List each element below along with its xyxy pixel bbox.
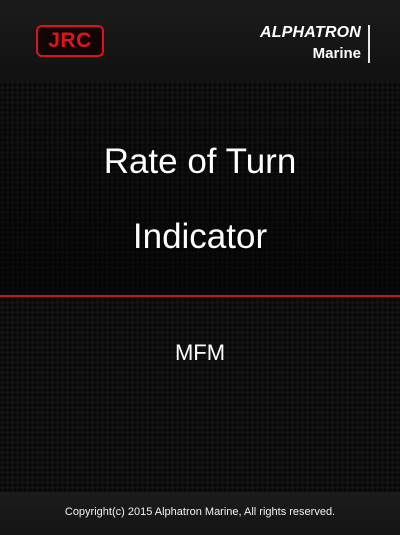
alphatron-logo-text: ALPHATRON (259, 24, 361, 41)
copyright-text: Copyright(c) 2015 Alphatron Marine, All … (64, 506, 336, 518)
model-label: MFM (174, 340, 226, 365)
footer-bar: Copyright(c) 2015 Alphatron Marine, All … (0, 492, 400, 535)
app-title-line-2: Indicator (132, 217, 268, 256)
jrc-logo: JRC (36, 25, 104, 57)
splash-screen: JRC ALPHATRON Marine Rate of Turn Indica… (0, 0, 400, 535)
logo-divider-bar (368, 25, 370, 63)
app-title-line-1: Rate of Turn (103, 142, 297, 181)
red-divider-line (0, 295, 400, 297)
marine-logo-text: Marine (312, 45, 361, 62)
alphatron-marine-logo: ALPHATRON Marine (250, 24, 370, 68)
header-bar: JRC ALPHATRON Marine (0, 0, 400, 82)
title-band (0, 82, 400, 296)
jrc-logo-text: JRC (48, 29, 92, 52)
